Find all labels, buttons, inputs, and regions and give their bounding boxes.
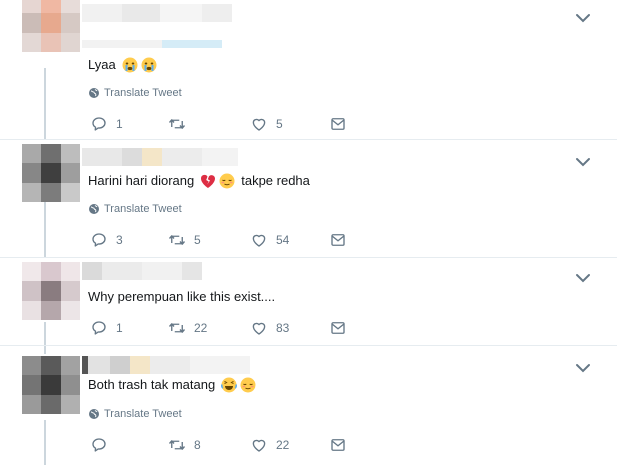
tweet-4[interactable]: Both trash tak matang Translate Tweet 8 … [0, 346, 617, 470]
broken-heart-emoji [200, 173, 216, 189]
like-button[interactable]: 83 [250, 319, 289, 337]
retweet-icon [168, 115, 186, 133]
tweet-text: Lyaa [88, 56, 157, 74]
direct-message-button[interactable] [329, 231, 347, 249]
retweet-count: 22 [194, 321, 208, 335]
heart-icon [250, 319, 268, 337]
avatar[interactable] [22, 262, 80, 320]
like-button[interactable]: 5 [250, 115, 284, 133]
tweet-text: Both trash tak matang [88, 376, 256, 394]
reply-icon [90, 319, 108, 337]
relieved-face-emoji [219, 173, 235, 189]
tweet-actions: 1 22 83 [90, 319, 360, 339]
direct-message-button[interactable] [329, 436, 347, 454]
heart-icon [250, 436, 268, 454]
chevron-down-icon[interactable] [575, 363, 591, 373]
retweet-button[interactable]: 8 [168, 436, 202, 454]
like-count: 22 [276, 438, 290, 452]
tweet-actions: 8 22 [90, 436, 360, 456]
tweet-actions: 3 5 54 [90, 231, 360, 251]
relieved-face-emoji [240, 377, 256, 393]
tweet-text: Why perempuan like this exist.... [88, 289, 276, 304]
reply-count: 1 [116, 117, 123, 131]
chevron-down-icon[interactable] [575, 13, 591, 23]
username-blurred[interactable] [82, 262, 202, 280]
reply-button[interactable]: 1 [90, 319, 124, 337]
retweet-count: 8 [194, 438, 201, 452]
direct-message-button[interactable] [329, 115, 347, 133]
globe-icon [88, 203, 100, 215]
retweet-icon [168, 319, 186, 337]
retweet-button[interactable]: 22 [168, 319, 207, 337]
envelope-icon [329, 115, 347, 133]
username-blurred[interactable] [82, 148, 238, 166]
username-blurred[interactable] [82, 4, 232, 22]
reply-icon [90, 436, 108, 454]
heart-icon [250, 231, 268, 249]
retweet-button[interactable] [168, 115, 202, 133]
translate-tweet-link[interactable]: Translate Tweet [88, 407, 182, 421]
crying-face-emoji [122, 57, 138, 73]
reply-button[interactable] [90, 436, 124, 454]
reply-button[interactable]: 1 [90, 115, 124, 133]
reply-icon [90, 115, 108, 133]
tweet-actions: 1 5 [90, 115, 360, 135]
username-blurred [82, 40, 222, 48]
reply-button[interactable]: 3 [90, 231, 124, 249]
envelope-icon [329, 231, 347, 249]
heart-icon [250, 115, 268, 133]
retweet-count: 5 [194, 233, 201, 247]
translate-tweet-link[interactable]: Translate Tweet [88, 202, 182, 216]
reply-count: 3 [116, 233, 123, 247]
avatar[interactable] [22, 0, 80, 52]
tears-of-joy-emoji [221, 377, 237, 393]
tweet-1[interactable]: Lyaa Translate Tweet 1 5 [0, 0, 617, 139]
tweet-2[interactable]: Harini hari diorang takpe redha Translat… [0, 140, 617, 257]
reply-count: 1 [116, 321, 123, 335]
tweet-3[interactable]: Why perempuan like this exist.... 1 22 8… [0, 258, 617, 345]
globe-icon [88, 408, 100, 420]
avatar[interactable] [22, 144, 80, 202]
retweet-icon [168, 231, 186, 249]
reply-icon [90, 231, 108, 249]
avatar[interactable] [22, 356, 80, 414]
envelope-icon [329, 436, 347, 454]
like-button[interactable]: 54 [250, 231, 289, 249]
username-blurred[interactable] [82, 356, 250, 374]
envelope-icon [329, 319, 347, 337]
like-count: 5 [276, 117, 283, 131]
retweet-icon [168, 436, 186, 454]
like-count: 83 [276, 321, 290, 335]
chevron-down-icon[interactable] [575, 273, 591, 283]
chevron-down-icon[interactable] [575, 157, 591, 167]
retweet-button[interactable]: 5 [168, 231, 202, 249]
globe-icon [88, 87, 100, 99]
crying-face-emoji [141, 57, 157, 73]
direct-message-button[interactable] [329, 319, 347, 337]
tweet-text: Harini hari diorang takpe redha [88, 173, 310, 189]
like-count: 54 [276, 233, 290, 247]
translate-tweet-link[interactable]: Translate Tweet [88, 86, 182, 100]
like-button[interactable]: 22 [250, 436, 289, 454]
